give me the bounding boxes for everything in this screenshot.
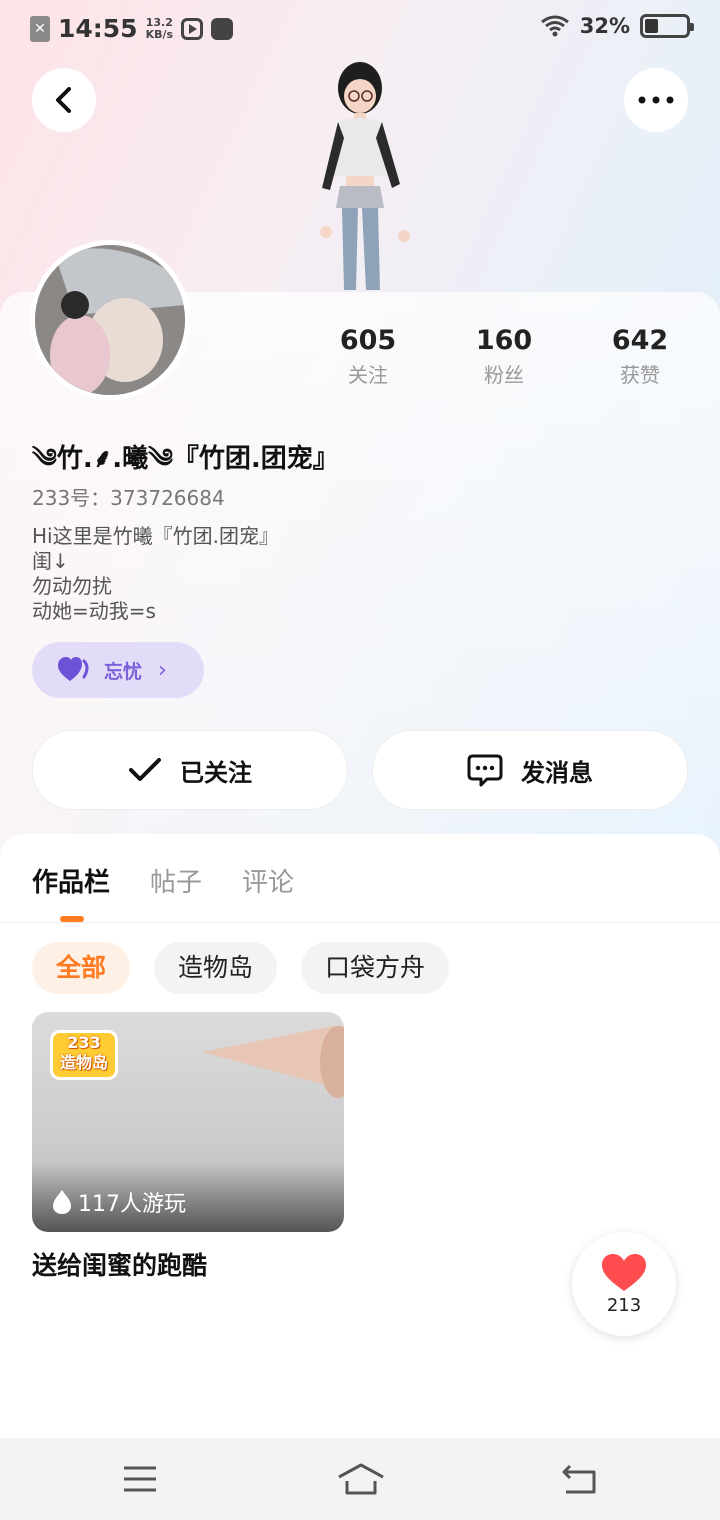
tab-divider — [0, 922, 720, 923]
filter-chips: 全部 造物岛 口袋方舟 — [32, 942, 450, 994]
avatar-photo — [35, 245, 185, 395]
stat-following-label: 关注 — [348, 363, 388, 387]
send-message-label: 发消息 — [521, 758, 593, 787]
network-speed-unit: KB/s — [145, 27, 174, 41]
user-bio: Hi这里是竹曦『竹团.团宠』 闺↓ 勿动勿扰 动她=动我=s — [32, 524, 279, 624]
game-logo-text: 造物岛 — [59, 1053, 108, 1072]
filter-creation-island[interactable]: 造物岛 — [154, 942, 278, 994]
like-count: 213 — [606, 1294, 642, 1316]
chat-bubble-icon — [467, 754, 503, 787]
play-count: 117人游玩 — [52, 1186, 186, 1218]
tab-comments[interactable]: 评论 — [242, 862, 294, 899]
tab-works[interactable]: 作品栏 — [32, 862, 110, 899]
chevron-left-icon — [56, 87, 71, 113]
back-button[interactable] — [32, 68, 96, 132]
relationship-tag[interactable]: 忘忧 › — [32, 642, 204, 698]
stat-likes-label: 获赞 — [620, 363, 660, 387]
network-speed: 13.2 KB/s — [145, 15, 174, 41]
chevron-right-icon: › — [158, 657, 167, 683]
relationship-tag-label: 忘忧 — [104, 660, 143, 683]
bio-line: Hi这里是竹曦『竹团.团宠』 — [32, 524, 279, 548]
stat-followers-value: 160 — [475, 325, 533, 356]
stat-following[interactable]: 605 关注 — [300, 322, 436, 390]
play-count-text: 117人游玩 — [78, 1192, 186, 1217]
like-button[interactable]: 213 — [572, 1232, 676, 1336]
check-icon — [129, 758, 161, 781]
system-nav-bar — [0, 1438, 720, 1520]
heart-badge-icon — [58, 657, 89, 681]
bio-line: 动她=动我=s — [32, 599, 156, 623]
profile-stats: 605 关注 160 粉丝 642 获赞 — [300, 322, 720, 390]
more-dots-icon — [638, 96, 674, 104]
filter-pocket-ark[interactable]: 口袋方舟 — [301, 942, 450, 994]
stat-likes-value: 642 — [611, 325, 669, 356]
bio-line: 闺↓ — [32, 549, 69, 573]
home-button[interactable] — [336, 1462, 386, 1496]
battery-icon — [640, 14, 694, 38]
tab-posts[interactable]: 帖子 — [150, 862, 202, 899]
video-app-icon — [181, 17, 204, 40]
heart-icon — [602, 1253, 646, 1291]
work-thumbnail[interactable]: 233 造物岛 117人游玩 — [32, 1012, 344, 1232]
user-avatar[interactable] — [30, 240, 190, 400]
home-icon — [338, 1463, 384, 1495]
network-speed-value: 13.2 — [145, 15, 173, 29]
work-card[interactable]: 233 造物岛 117人游玩 送给闺蜜的跑酷 — [32, 1012, 344, 1282]
stat-likes[interactable]: 642 获赞 — [572, 322, 708, 390]
stat-followers[interactable]: 160 粉丝 — [436, 322, 572, 390]
menu-button[interactable] — [120, 1462, 160, 1496]
stat-following-value: 605 — [339, 325, 397, 356]
send-message-button[interactable]: 发消息 — [372, 730, 688, 810]
back-nav-button[interactable] — [560, 1462, 600, 1496]
user-id: 233号：373726684 — [32, 486, 225, 510]
followed-button-label: 已关注 — [180, 758, 252, 787]
no-sim-icon: ✕ — [30, 15, 50, 42]
message-app-icon — [211, 17, 234, 40]
more-button[interactable] — [624, 68, 688, 132]
return-icon — [562, 1464, 596, 1494]
bio-line: 勿动勿扰 — [32, 574, 112, 598]
stat-followers-label: 粉丝 — [484, 363, 524, 387]
work-title[interactable]: 送给闺蜜的跑酷 — [32, 1246, 344, 1282]
status-bar: ✕ 14:55 13.2 KB/s 32% — [0, 0, 720, 58]
game-logo: 233 造物岛 — [50, 1030, 118, 1080]
wifi-icon — [540, 15, 569, 37]
avatar-character — [320, 62, 410, 290]
menu-icon — [124, 1466, 156, 1492]
content-tabs: 作品栏 帖子 评论 — [32, 862, 294, 899]
followed-button[interactable]: 已关注 — [32, 730, 348, 810]
content-section: 作品栏 帖子 评论 全部 造物岛 口袋方舟 233 造物岛 117人游玩 送给闺… — [0, 834, 720, 1438]
battery-fill — [645, 19, 658, 33]
status-time: 14:55 — [58, 14, 138, 43]
filter-all[interactable]: 全部 — [32, 942, 131, 994]
game-logo-number: 233 — [67, 1033, 101, 1052]
battery-percent: 32% — [579, 14, 630, 38]
flame-icon — [53, 1190, 71, 1214]
